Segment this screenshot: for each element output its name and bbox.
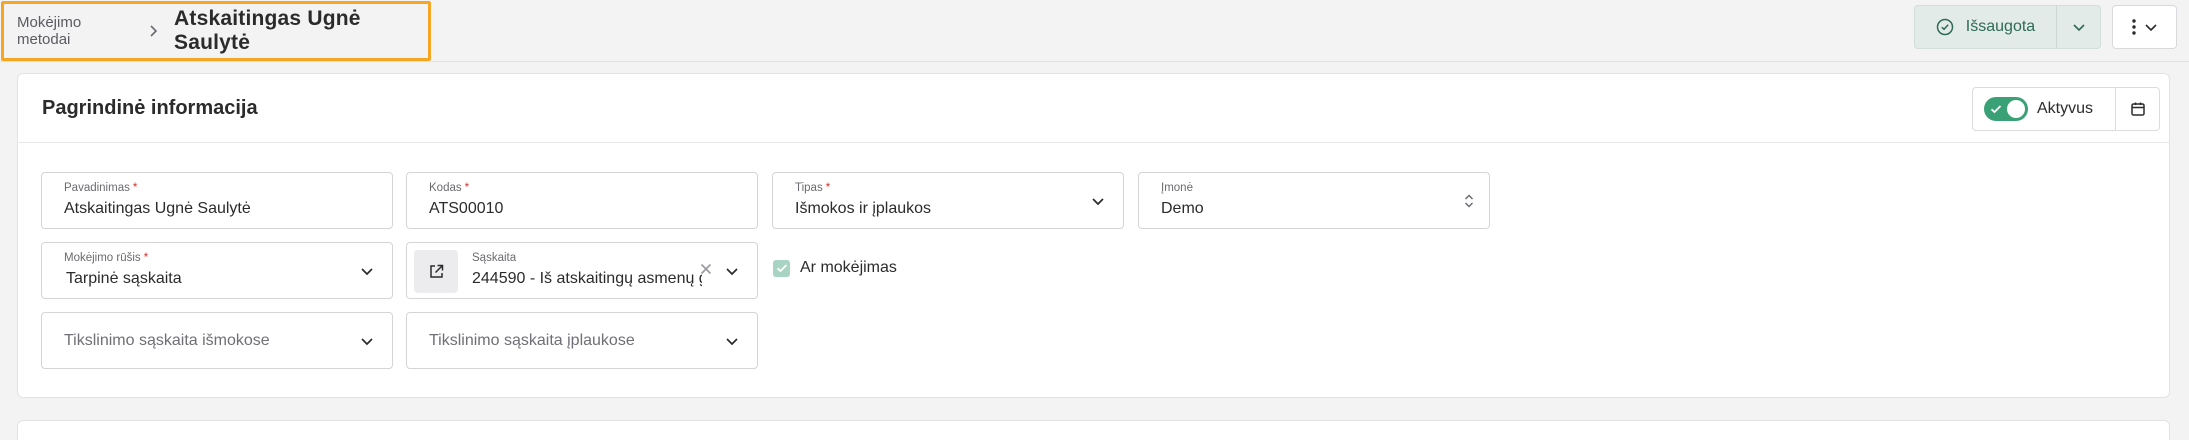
toggle-switch[interactable] (1984, 97, 2028, 121)
payment-type-label: Mokėjimo rūšis (64, 252, 141, 264)
name-field[interactable]: Pavadinimas * Atskaitingas Ugnė Saulytė (41, 172, 393, 229)
vertical-dots-icon (2131, 19, 2136, 35)
chevron-right-icon (146, 24, 160, 38)
more-actions-button[interactable] (2112, 5, 2177, 49)
account-select-label: Sąskaita (472, 252, 517, 264)
chevron-down-icon (2072, 24, 2085, 32)
saved-button[interactable]: Išsaugota (1915, 6, 2056, 48)
refine-payouts-select[interactable]: Tikslinimo sąskaita išmokose (41, 312, 393, 369)
payment-type-select[interactable]: Mokėjimo rūšis * Tarpinė sąskaita (41, 242, 393, 299)
refine-payouts-placeholder: Tikslinimo sąskaita išmokose (64, 332, 270, 349)
external-link-icon (429, 264, 443, 278)
type-select-value: Išmokos ir įplaukos (795, 200, 932, 217)
clear-icon[interactable] (699, 262, 713, 276)
required-marker: * (132, 182, 138, 194)
check-icon (1990, 105, 2002, 114)
payment-type-value: Tarpinė sąskaita (66, 270, 182, 287)
account-select[interactable]: Sąskaita 244590 - Iš atskaitingų asmenų … (406, 242, 758, 299)
saved-options-dropdown[interactable] (2056, 6, 2100, 48)
check-icon (776, 264, 787, 273)
code-field-value: ATS00010 (429, 200, 504, 217)
checkbox-box[interactable] (773, 259, 790, 277)
refine-receipts-select[interactable]: Tikslinimo sąskaita įplaukose (406, 312, 758, 369)
required-marker: * (825, 182, 831, 194)
chevron-down-icon (361, 338, 373, 346)
card-header: Pagrindinė informacija Aktyvus (18, 74, 2169, 143)
section-title: Pagrindinė informacija (42, 96, 258, 119)
required-marker: * (464, 182, 470, 194)
open-account-button[interactable] (414, 250, 458, 293)
refine-receipts-placeholder: Tikslinimo sąskaita įplaukose (429, 332, 635, 349)
next-section-card (17, 420, 2170, 440)
saved-button-group: Išsaugota (1914, 5, 2101, 49)
company-select-label: Įmonė (1161, 182, 1193, 194)
toggle-knob (2007, 100, 2025, 118)
code-field[interactable]: Kodas * ATS00010 (406, 172, 758, 229)
type-select-label: Tipas (795, 182, 823, 194)
calendar-icon (2130, 102, 2145, 116)
company-select-value: Demo (1161, 200, 1204, 217)
name-field-value: Atskaitingas Ugnė Saulytė (64, 200, 251, 217)
active-label: Aktyvus (2037, 100, 2094, 117)
check-circle-icon (1936, 18, 1954, 36)
chevron-down-icon (2144, 24, 2157, 32)
up-down-chevron-icon (1464, 194, 1474, 208)
chevron-down-icon (361, 268, 373, 276)
chevron-down-icon (1092, 198, 1104, 206)
name-field-label: Pavadinimas (64, 182, 130, 194)
breadcrumb-parent-link[interactable]: Mokėjimo metodai (17, 14, 132, 48)
account-select-value: 244590 - Iš atskaitingų asmenų gautinos … (472, 270, 702, 287)
saved-button-label: Išsaugota (1965, 18, 2036, 35)
calendar-button[interactable] (2115, 87, 2160, 131)
top-bar: Mokėjimo metodai Atskaitingas Ugnė Sauly… (0, 0, 2189, 62)
code-field-label: Kodas (429, 182, 462, 194)
breadcrumb: Mokėjimo metodai Atskaitingas Ugnė Sauly… (1, 1, 431, 61)
company-select[interactable]: Įmonė Demo (1138, 172, 1490, 229)
active-toggle[interactable]: Aktyvus (1972, 87, 2116, 131)
chevron-down-icon (726, 268, 738, 276)
is-payment-checkbox[interactable]: Ar mokėjimas (773, 259, 897, 277)
required-marker: * (143, 252, 149, 264)
page-title: Atskaitingas Ugnė Saulytė (174, 7, 361, 54)
is-payment-label: Ar mokėjimas (800, 259, 897, 276)
type-select[interactable]: Tipas * Išmokos ir įplaukos (772, 172, 1124, 229)
chevron-down-icon (726, 338, 738, 346)
